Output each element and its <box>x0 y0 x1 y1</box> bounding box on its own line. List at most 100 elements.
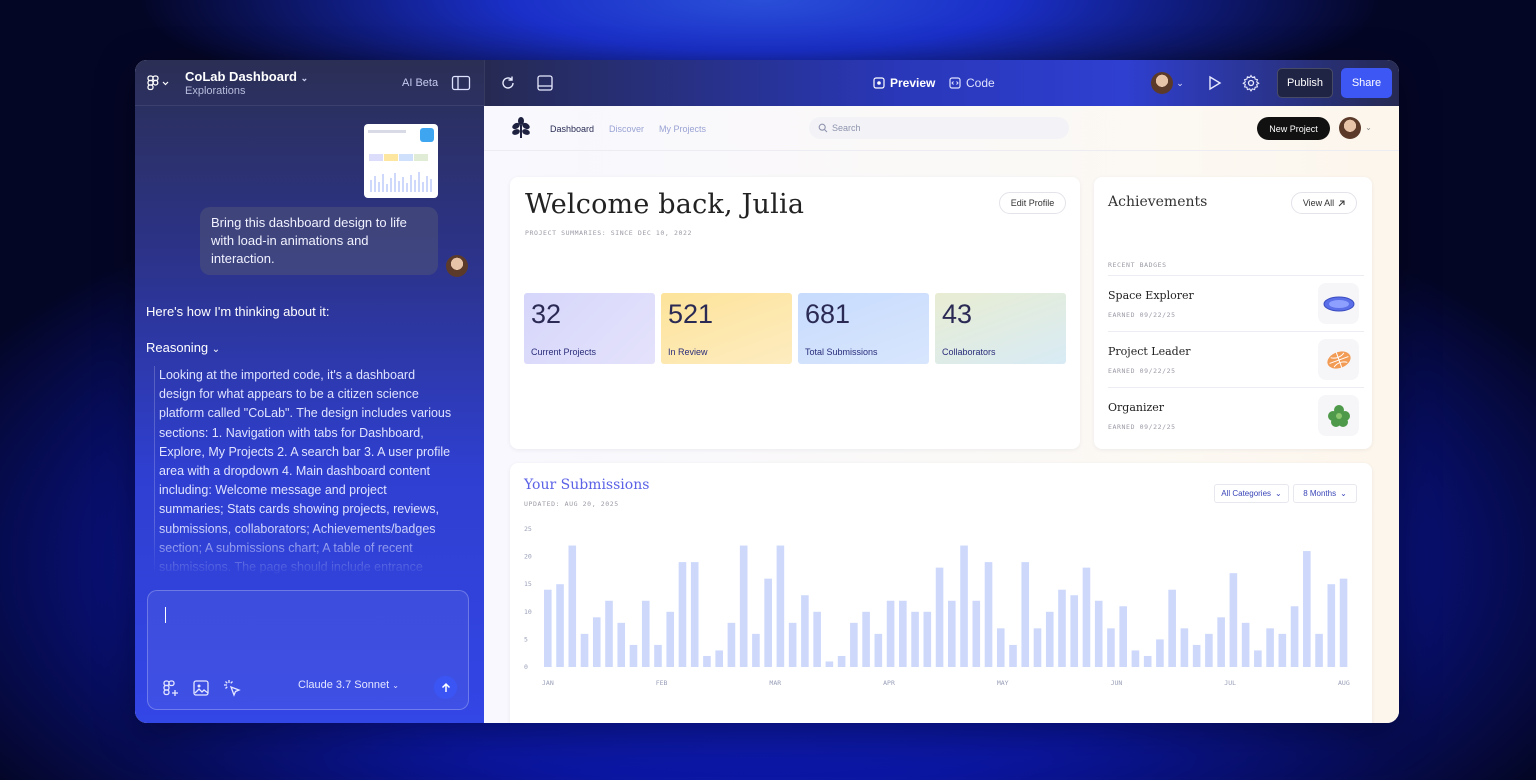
chart-bar[interactable] <box>678 562 687 667</box>
colab-logo-icon[interactable] <box>510 116 532 140</box>
select-element-icon[interactable] <box>223 679 241 697</box>
chart-bar[interactable] <box>886 600 895 667</box>
chart-bar[interactable] <box>1021 562 1030 667</box>
chart-bar[interactable] <box>960 545 968 667</box>
send-button[interactable] <box>434 676 457 699</box>
chart-bar[interactable] <box>752 633 760 667</box>
chart-bar[interactable] <box>911 611 919 667</box>
badge-item[interactable]: Space Explorer EARNED 09/22/25 <box>1108 275 1364 331</box>
chart-bar[interactable] <box>1009 644 1017 667</box>
chart-bar[interactable] <box>788 622 797 667</box>
profile-avatar[interactable] <box>1339 117 1361 139</box>
chart-bar[interactable] <box>1094 600 1103 667</box>
play-icon[interactable] <box>1205 74 1223 92</box>
new-project-button[interactable]: New Project <box>1257 117 1330 140</box>
chart-bar[interactable] <box>1241 622 1250 667</box>
chart-bar[interactable] <box>948 600 956 667</box>
chart-bar[interactable] <box>556 584 564 667</box>
range-filter-dropdown[interactable]: 8 Months ⌄ <box>1293 484 1357 503</box>
chart-bar[interactable] <box>837 655 846 667</box>
chart-bar[interactable] <box>899 600 907 667</box>
chart-bar[interactable] <box>1070 595 1079 667</box>
account-avatar[interactable] <box>1151 72 1173 94</box>
chart-bar[interactable] <box>1082 567 1091 667</box>
chart-bar[interactable] <box>1290 606 1299 667</box>
chevron-down-icon[interactable]: ⌄ <box>1175 78 1185 88</box>
chart-bar[interactable] <box>568 545 577 667</box>
chart-bar[interactable] <box>1119 606 1127 667</box>
publish-button[interactable]: Publish <box>1277 68 1333 98</box>
chart-bar[interactable] <box>592 617 601 667</box>
chart-bar[interactable] <box>1045 611 1054 667</box>
chart-bar[interactable] <box>801 595 809 667</box>
chart-bar[interactable] <box>715 650 723 667</box>
chevron-down-icon[interactable]: ⌄ <box>1364 123 1373 132</box>
category-filter-dropdown[interactable]: All Categories ⌄ <box>1214 484 1289 503</box>
chart-bar[interactable] <box>1168 589 1176 667</box>
chart-bar[interactable] <box>739 545 748 667</box>
chart-bar[interactable] <box>703 655 711 667</box>
chart-bar[interactable] <box>972 600 981 667</box>
chart-bar[interactable] <box>617 622 626 667</box>
chart-bar[interactable] <box>984 562 993 667</box>
badge-item[interactable]: Project Leader EARNED 09/22/25 <box>1108 331 1364 387</box>
chart-bar[interactable] <box>727 622 736 667</box>
figma-import-icon[interactable] <box>162 679 180 697</box>
chart-bar[interactable] <box>1156 639 1164 667</box>
chart-bar[interactable] <box>1143 655 1152 667</box>
model-selector[interactable]: Claude 3.7 Sonnet ⌄ <box>298 679 399 691</box>
chart-bar[interactable] <box>1205 633 1213 667</box>
chart-bar[interactable] <box>1033 628 1042 667</box>
reasoning-toggle[interactable]: Reasoning ⌄ <box>146 340 220 355</box>
nav-my-projects[interactable]: My Projects <box>659 124 706 134</box>
chart-bar[interactable] <box>629 644 638 667</box>
chart-bar[interactable] <box>874 633 883 667</box>
badge-item[interactable]: Organizer EARNED 09/22/25 <box>1108 387 1364 443</box>
chart-bar[interactable] <box>1254 650 1262 667</box>
chart-bar[interactable] <box>1303 551 1311 667</box>
chart-bar[interactable] <box>1131 650 1140 667</box>
chart-bar[interactable] <box>850 622 858 667</box>
chart-bar[interactable] <box>654 644 662 667</box>
chart-bar[interactable] <box>1058 589 1066 667</box>
chart-bar[interactable] <box>996 628 1005 667</box>
chart-bar[interactable] <box>813 611 821 667</box>
project-title[interactable]: CoLab Dashboard ⌄ <box>185 69 308 84</box>
chart-bar[interactable] <box>1107 628 1115 667</box>
nav-dashboard[interactable]: Dashboard <box>550 124 594 134</box>
search-input[interactable]: Search <box>809 117 1069 139</box>
chart-bar[interactable] <box>825 661 834 667</box>
chart-bar[interactable] <box>1278 633 1287 667</box>
edit-profile-button[interactable]: Edit Profile <box>999 192 1066 214</box>
chart-bar[interactable] <box>580 633 589 667</box>
chart-bar[interactable] <box>1315 633 1323 667</box>
chart-bar[interactable] <box>1327 584 1336 667</box>
tab-preview[interactable]: Preview <box>873 76 935 90</box>
refresh-icon[interactable] <box>499 74 517 92</box>
tab-code[interactable]: Code <box>949 76 995 90</box>
chart-bar[interactable] <box>1266 628 1274 667</box>
message-composer[interactable]: Claude 3.7 Sonnet ⌄ <box>147 590 469 710</box>
chart-bar[interactable] <box>862 611 870 667</box>
chart-bar[interactable] <box>544 589 552 667</box>
figma-icon[interactable] <box>146 74 172 92</box>
chart-bar[interactable] <box>1229 573 1238 667</box>
chart-bar[interactable] <box>764 578 772 667</box>
attached-design-thumbnail[interactable] <box>364 124 438 198</box>
chart-bar[interactable] <box>1192 644 1201 667</box>
settings-gear-icon[interactable] <box>1242 74 1260 92</box>
chart-bar[interactable] <box>776 545 785 667</box>
share-button[interactable]: Share <box>1341 68 1392 98</box>
chart-bar[interactable] <box>666 611 675 667</box>
view-all-button[interactable]: View All <box>1291 192 1357 214</box>
nav-discover[interactable]: Discover <box>609 124 644 134</box>
chart-bar[interactable] <box>1217 617 1225 667</box>
chart-bar[interactable] <box>605 600 613 667</box>
chart-bar[interactable] <box>923 611 932 667</box>
image-icon[interactable] <box>192 679 210 697</box>
chart-bar[interactable] <box>935 567 944 667</box>
panel-icon[interactable] <box>536 74 554 92</box>
chart-bar[interactable] <box>1339 578 1348 667</box>
chart-bar[interactable] <box>690 562 699 667</box>
chart-bar[interactable] <box>641 600 650 667</box>
